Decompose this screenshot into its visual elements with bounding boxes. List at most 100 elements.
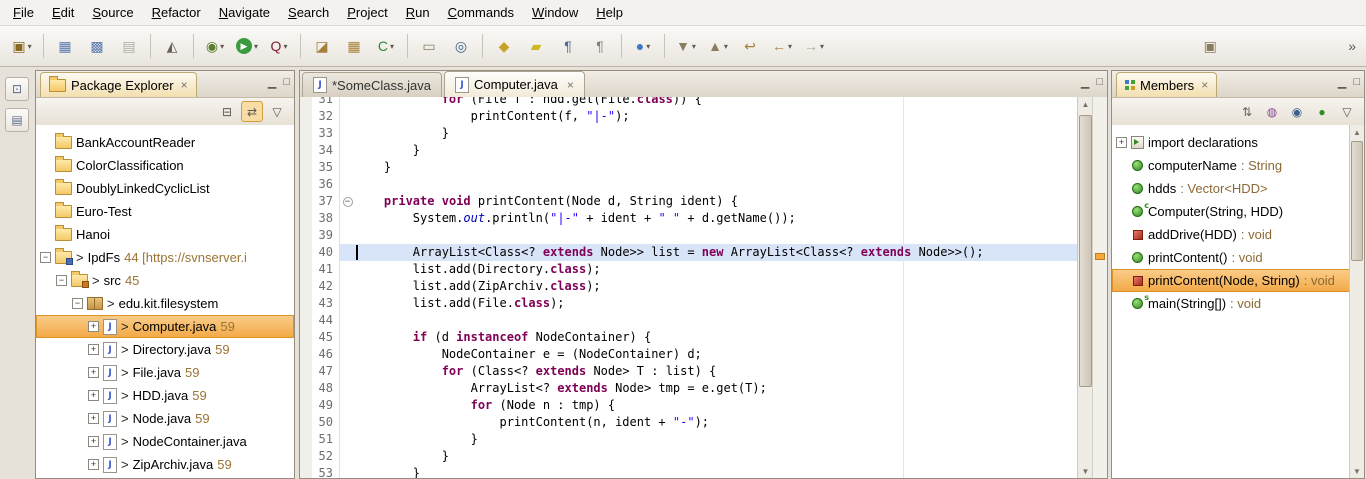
toolbar-overflow-chevron[interactable]: » (1344, 38, 1360, 54)
expand-icon[interactable]: + (1116, 137, 1127, 148)
package-explorer-view-menu-button[interactable]: ▽ (266, 101, 288, 122)
scroll-up-icon[interactable]: ▲ (1350, 125, 1364, 139)
new-java-project-button[interactable]: ◪ (306, 32, 338, 60)
menu-run[interactable]: Run (397, 2, 439, 23)
new-package-button[interactable]: ▦ (338, 32, 370, 60)
tree-item-hdd-java[interactable]: +J>HDD.java59 (36, 384, 294, 407)
expand-icon[interactable]: + (88, 321, 99, 332)
member-item-computer-string-hdd[interactable]: cComputer(String, HDD) (1112, 200, 1350, 223)
minimize-icon[interactable]: ▁ (1081, 76, 1089, 89)
menu-search[interactable]: Search (279, 2, 338, 23)
code-text[interactable] (355, 312, 1078, 329)
code-text[interactable]: } (355, 159, 1078, 176)
tree-item-ziparchiv-java[interactable]: +J>ZipArchiv.java59 (36, 453, 294, 476)
tree-item-directory-java[interactable]: +J>Directory.java59 (36, 338, 294, 361)
link-with-editor-button[interactable]: ⇄ (241, 101, 263, 122)
expand-icon[interactable]: + (88, 344, 99, 355)
menu-file[interactable]: File (4, 2, 43, 23)
collapse-icon[interactable]: − (40, 252, 51, 263)
code-text[interactable]: printContent(n, ident + "-"); (355, 414, 1078, 431)
restore-views-button[interactable]: ⊡ (5, 77, 29, 101)
menu-commands[interactable]: Commands (439, 2, 523, 23)
expand-icon[interactable]: + (88, 436, 99, 447)
tree-item-doublylinkedcycliclist[interactable]: DoublyLinkedCyclicList (36, 177, 294, 200)
member-item-printcontent[interactable]: printContent() : void (1112, 246, 1350, 269)
close-view-icon[interactable]: × (1201, 78, 1208, 92)
last-edit-location-button[interactable]: ↩ (734, 32, 766, 60)
menu-refactor[interactable]: Refactor (143, 2, 210, 23)
maximize-icon[interactable]: □ (283, 76, 290, 89)
menu-help[interactable]: Help (587, 2, 632, 23)
hide-fields-button[interactable]: ◍ (1261, 101, 1283, 122)
minimize-icon[interactable]: ▁ (268, 76, 276, 89)
code-text[interactable]: list.add(Directory.class); (355, 261, 1078, 278)
scroll-down-icon[interactable]: ▼ (1350, 464, 1364, 478)
code-text[interactable]: } (355, 448, 1078, 465)
previous-annotation-button[interactable]: ▲▾ (702, 32, 734, 60)
code-text[interactable]: if (d instanceof NodeContainer) { (355, 329, 1078, 346)
tree-item-ipdfs[interactable]: −>IpdFs44 [https://svnserver.i (36, 246, 294, 269)
tree-item-file-java[interactable]: +J>File.java59 (36, 361, 294, 384)
code-text[interactable]: printContent(f, "|-"); (355, 108, 1078, 125)
code-text[interactable]: NodeContainer e = (NodeContainer) d; (355, 346, 1078, 363)
scroll-up-icon[interactable]: ▲ (1078, 97, 1093, 111)
close-tab-icon[interactable]: × (567, 78, 574, 92)
package-explorer-view-tab[interactable]: Package Explorer × (40, 72, 197, 97)
members-scrollbar-thumb[interactable] (1351, 141, 1363, 261)
menu-edit[interactable]: Edit (43, 2, 83, 23)
tree-item-src[interactable]: −>src45 (36, 269, 294, 292)
fold-collapse-icon[interactable]: − (340, 193, 355, 210)
coverage-button[interactable]: Q▾ (263, 32, 295, 60)
editor-vertical-scrollbar[interactable]: ▲ ▼ (1077, 97, 1093, 478)
code-text[interactable] (355, 227, 1078, 244)
tree-item-edu-kit-filesystem[interactable]: −>edu.kit.filesystem (36, 292, 294, 315)
code-text[interactable]: for (Class<? extends Node> T : list) { (355, 363, 1078, 380)
member-item-adddrive-hdd[interactable]: addDrive(HDD) : void (1112, 223, 1350, 246)
code-text[interactable]: } (355, 142, 1078, 159)
tree-item-nodecontainer-java[interactable]: +J>NodeContainer.java (36, 430, 294, 453)
pin-editor-button[interactable]: ▣ (1194, 32, 1226, 60)
web-browser-button[interactable]: ●▾ (627, 32, 659, 60)
hide-static-button[interactable]: ◉ (1286, 101, 1308, 122)
save-button[interactable]: ▦ (49, 32, 81, 60)
back-button[interactable]: ←▾ (766, 32, 798, 60)
new-class-button[interactable]: C▾ (370, 32, 402, 60)
save-all-button[interactable]: ▩ (81, 32, 113, 60)
editor-tab-someclass-java[interactable]: J*SomeClass.java (302, 72, 442, 97)
tree-item-colorclassification[interactable]: ColorClassification (36, 154, 294, 177)
editor-scrollbar-thumb[interactable] (1079, 115, 1092, 387)
code-text[interactable]: list.add(ZipArchiv.class); (355, 278, 1078, 295)
minimized-view-button[interactable]: ▤ (5, 108, 29, 132)
code-text[interactable]: ArrayList<? extends Node> tmp = e.get(T)… (355, 380, 1078, 397)
code-area[interactable]: 31 for (File f : hdd.get(File.class)) {3… (300, 97, 1078, 478)
code-text[interactable] (355, 176, 1078, 193)
member-item-import-declarations[interactable]: +import declarations (1112, 131, 1350, 154)
mark-occurrences-button[interactable]: ▰ (520, 32, 552, 60)
overview-ruler[interactable] (1092, 97, 1107, 478)
expand-icon[interactable]: + (88, 367, 99, 378)
maximize-icon[interactable]: □ (1353, 76, 1360, 89)
editor-tab-computer-java[interactable]: JComputer.java× (444, 71, 585, 97)
expand-icon[interactable]: + (88, 413, 99, 424)
tree-item-euro-test[interactable]: Euro-Test (36, 200, 294, 223)
expand-icon[interactable]: + (88, 459, 99, 470)
code-text[interactable]: } (355, 125, 1078, 142)
collapse-icon[interactable]: − (56, 275, 67, 286)
member-item-printcontent-node-string[interactable]: printContent(Node, String) : void (1112, 269, 1350, 292)
open-resource-button[interactable]: ▭ (413, 32, 445, 60)
close-view-icon[interactable]: × (181, 78, 188, 92)
debug-button[interactable]: ◉▾ (199, 32, 231, 60)
forward-button[interactable]: →▾ (798, 32, 830, 60)
expand-icon[interactable]: + (88, 390, 99, 401)
minimize-icon[interactable]: ▁ (1338, 76, 1346, 89)
members-vertical-scrollbar[interactable]: ▲ ▼ (1349, 125, 1364, 478)
menu-window[interactable]: Window (523, 2, 587, 23)
tree-item-hanoi[interactable]: Hanoi (36, 223, 294, 246)
menu-source[interactable]: Source (83, 2, 142, 23)
code-text[interactable]: } (355, 465, 1078, 478)
sort-members-button[interactable]: ⇅ (1236, 101, 1258, 122)
code-text[interactable]: private void printContent(Node d, String… (355, 193, 1078, 210)
collapse-all-button[interactable]: ⊟ (216, 101, 238, 122)
tree-item-bankaccountreader[interactable]: BankAccountReader (36, 131, 294, 154)
show-selected-element-button[interactable]: ¶ (584, 32, 616, 60)
